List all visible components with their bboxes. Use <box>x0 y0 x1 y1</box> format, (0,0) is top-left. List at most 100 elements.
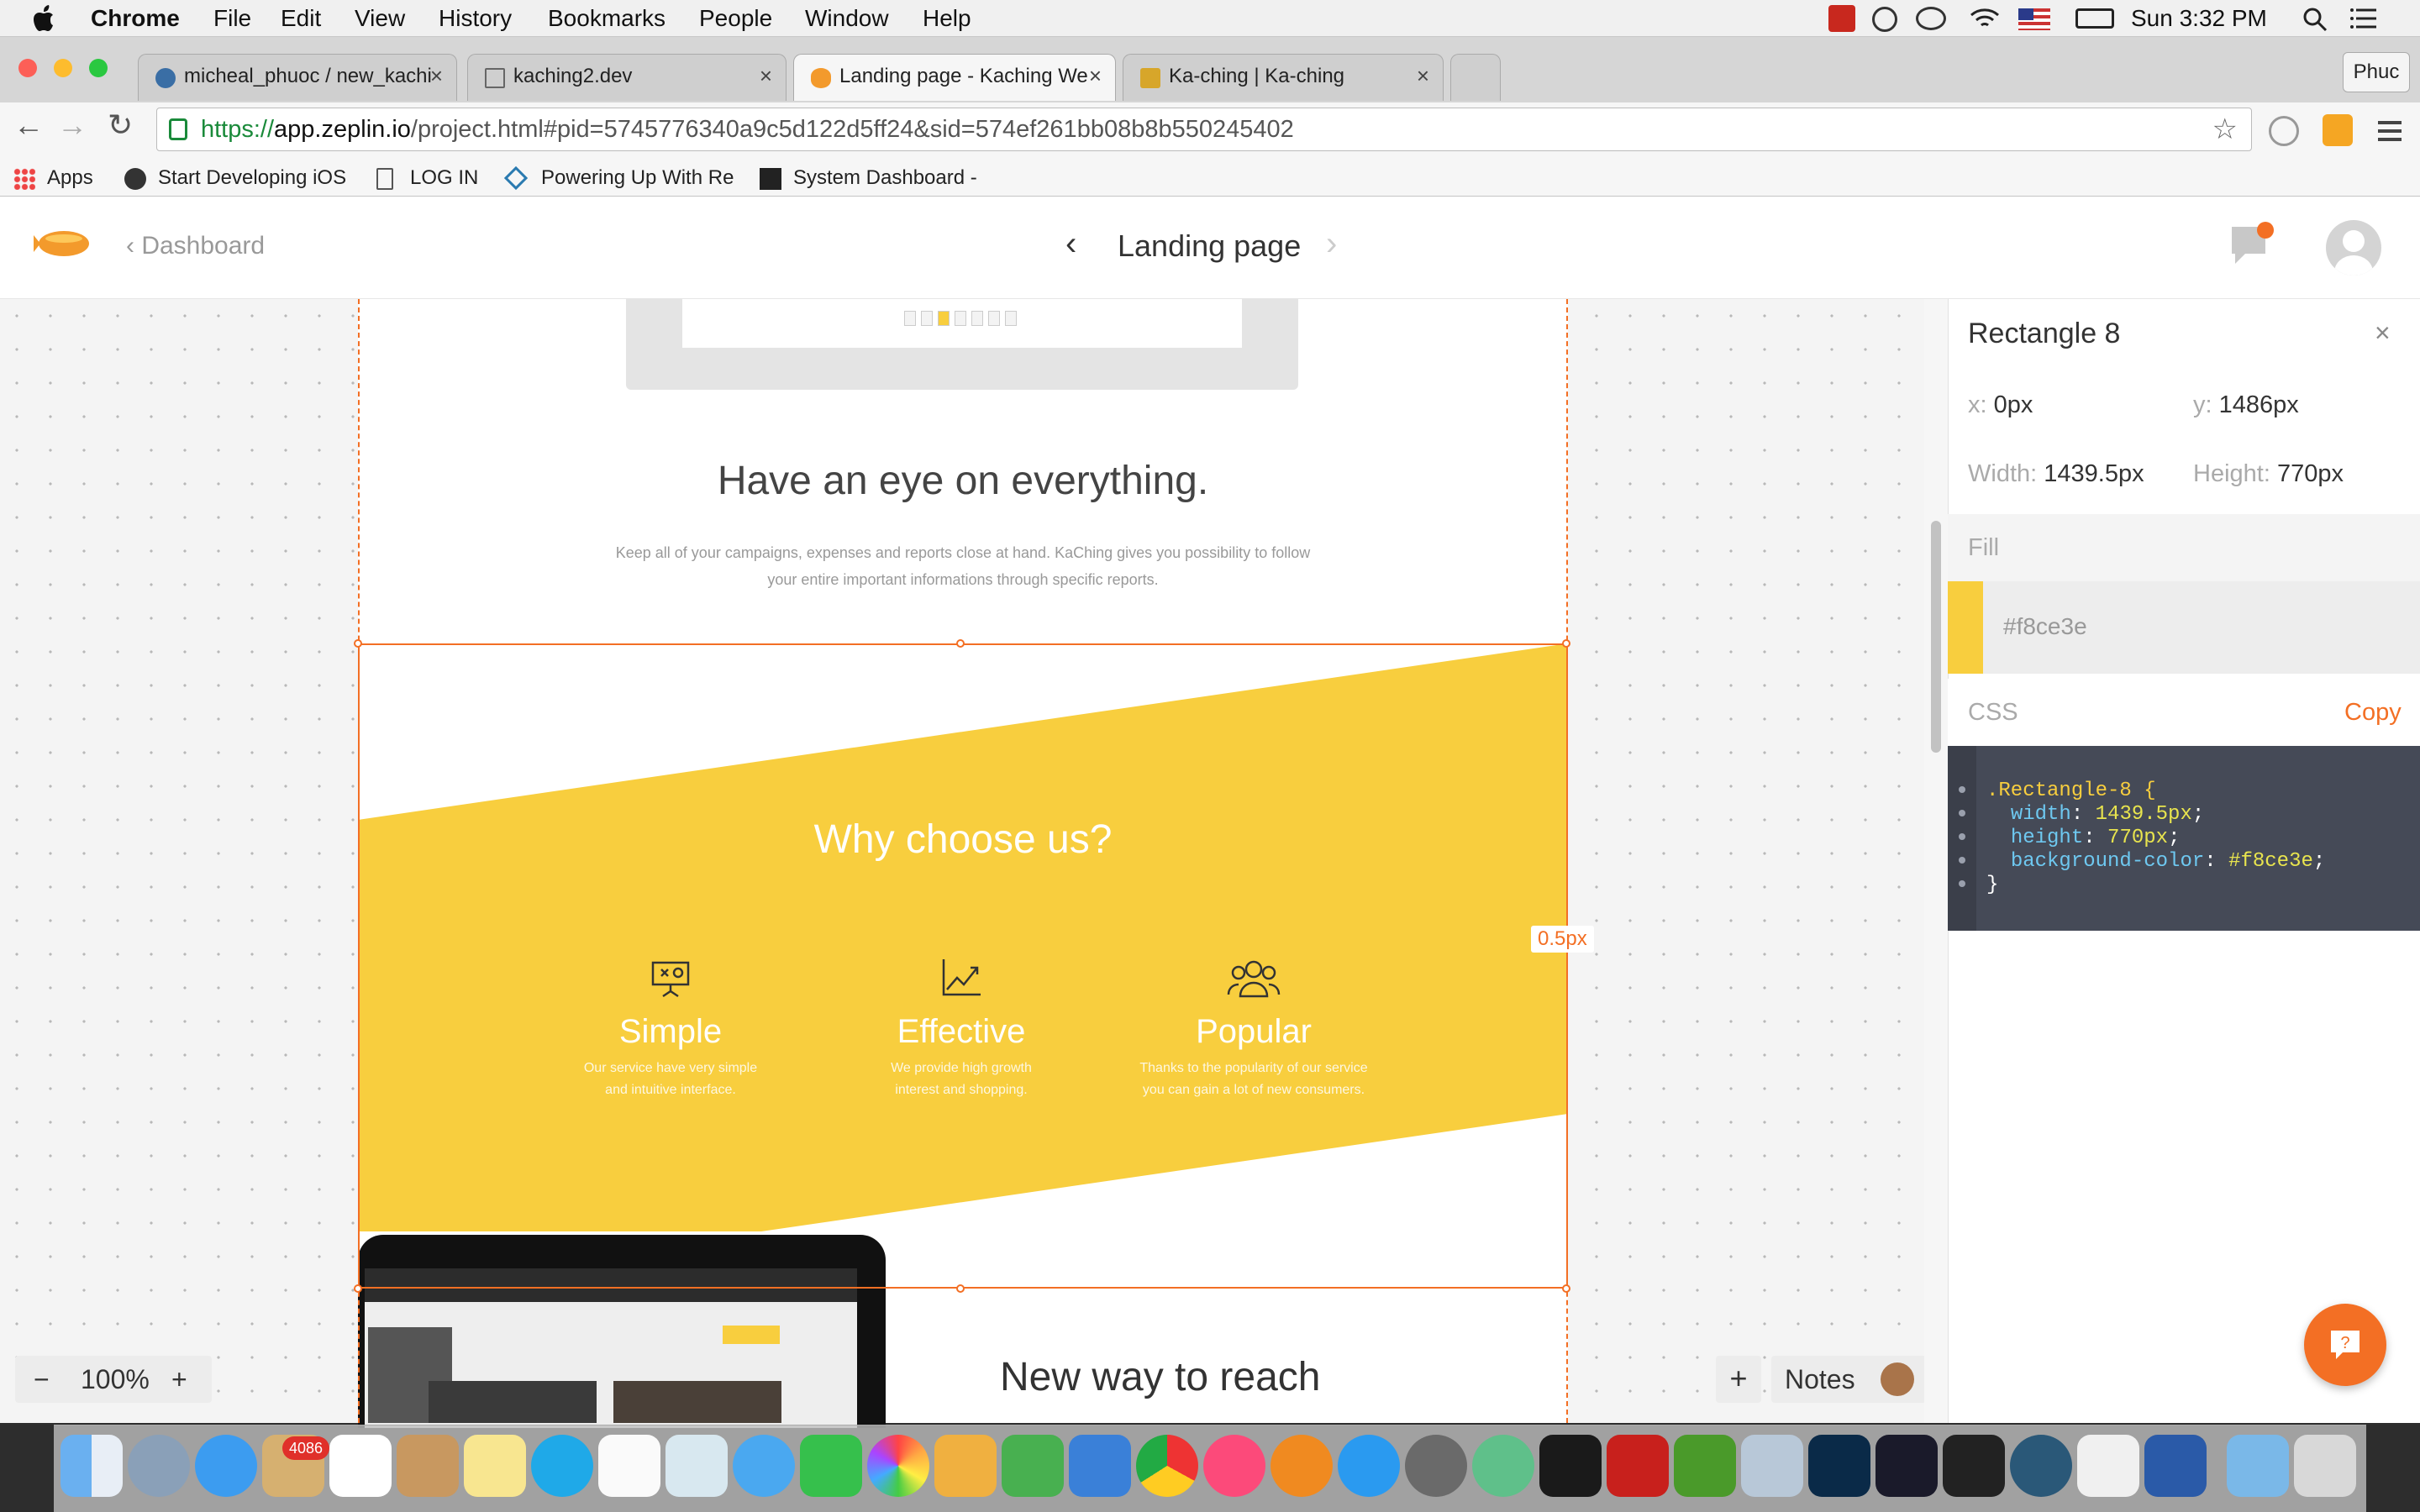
messages-icon[interactable] <box>733 1435 795 1497</box>
selection-handle[interactable] <box>354 639 362 648</box>
bookmark-system-dashboard[interactable]: System Dashboard - <box>760 161 977 195</box>
canvas-scrollbar[interactable] <box>1924 299 1948 1423</box>
menu-window[interactable]: Window <box>805 0 889 37</box>
finder-icon[interactable] <box>60 1435 123 1497</box>
menu-history[interactable]: History <box>439 0 512 37</box>
sourcetree-icon[interactable] <box>2010 1435 2072 1497</box>
copy-css-button[interactable]: Copy <box>2344 699 2402 727</box>
ibooks-icon[interactable] <box>1270 1435 1333 1497</box>
window-zoom-icon[interactable] <box>89 59 108 77</box>
notification-center-icon[interactable] <box>2349 7 2378 30</box>
window-close-icon[interactable] <box>18 59 37 77</box>
menubar-clock[interactable]: Sun 3:32 PM <box>2131 0 2267 37</box>
textedit-icon[interactable] <box>2077 1435 2139 1497</box>
chrome-icon[interactable] <box>1136 1435 1198 1497</box>
contacts-icon[interactable] <box>397 1435 459 1497</box>
selection-handle[interactable] <box>1562 1284 1570 1293</box>
facetime-icon[interactable] <box>800 1435 862 1497</box>
avatar[interactable] <box>2326 220 2381 276</box>
calendar-icon[interactable] <box>329 1435 392 1497</box>
console-icon[interactable] <box>1943 1435 2005 1497</box>
notes-app-icon[interactable] <box>464 1435 526 1497</box>
menu-bookmarks[interactable]: Bookmarks <box>548 0 666 37</box>
check-status-icon[interactable] <box>1872 7 1897 32</box>
numbers-icon[interactable] <box>1002 1435 1064 1497</box>
reload-icon[interactable]: ↻ <box>108 108 133 143</box>
menu-view[interactable]: View <box>355 0 405 37</box>
cloud-status-icon[interactable] <box>1916 7 1946 30</box>
intellij-icon[interactable] <box>1876 1435 1938 1497</box>
wifi-icon[interactable] <box>1970 7 2000 30</box>
new-tab-button[interactable] <box>1450 54 1501 101</box>
close-tab-icon[interactable]: × <box>1089 63 1102 89</box>
battery-icon[interactable] <box>2075 8 2114 29</box>
close-tab-icon[interactable]: × <box>1417 63 1429 89</box>
terminal-icon[interactable] <box>1539 1435 1602 1497</box>
keynote-icon[interactable] <box>1069 1435 1131 1497</box>
system-preferences-icon[interactable] <box>1405 1435 1467 1497</box>
profile-button[interactable]: Phuc <box>2343 52 2410 92</box>
notifications-icon[interactable] <box>2227 220 2277 274</box>
scrollbar-thumb[interactable] <box>1931 521 1941 753</box>
selection-handle[interactable] <box>354 1284 362 1293</box>
selection-handle[interactable] <box>956 639 965 648</box>
add-note-button[interactable]: + <box>1716 1356 1761 1403</box>
reminders-icon[interactable] <box>598 1435 660 1497</box>
photoshop-icon[interactable] <box>1808 1435 1870 1497</box>
react-devtools-icon[interactable] <box>2269 116 2299 146</box>
css-code-block[interactable]: .Rectangle-8 { width: 1439.5px; height: … <box>1948 746 2420 931</box>
skype-icon[interactable] <box>531 1435 593 1497</box>
tab-landing-page[interactable]: Landing page - Kaching We × <box>793 54 1116 101</box>
tab-ka-ching[interactable]: Ka-ching | Ka-ching × <box>1123 54 1444 101</box>
filezilla-icon[interactable] <box>1607 1435 1669 1497</box>
zoom-out-button[interactable]: − <box>34 1356 50 1403</box>
help-chat-button[interactable]: ? <box>2304 1304 2386 1386</box>
back-arrow-icon[interactable]: ← <box>13 108 44 143</box>
selection-rectangle[interactable] <box>358 643 1568 1289</box>
downloads-folder-icon[interactable] <box>2227 1435 2289 1497</box>
settings-app-icon[interactable] <box>1741 1435 1803 1497</box>
menu-people[interactable]: People <box>699 0 772 37</box>
next-screen-icon[interactable]: › <box>1326 225 1337 263</box>
vim-icon[interactable] <box>1674 1435 1736 1497</box>
menu-file[interactable]: File <box>213 0 251 37</box>
app-store-icon[interactable] <box>1338 1435 1400 1497</box>
close-icon[interactable]: × <box>2375 318 2391 349</box>
pages-icon[interactable] <box>934 1435 997 1497</box>
spotlight-icon[interactable] <box>2302 7 2328 32</box>
bookmark-apps[interactable]: Apps <box>13 161 93 195</box>
bookmark-powering-up[interactable]: Powering Up With Re <box>503 161 734 195</box>
launchpad-icon[interactable] <box>128 1435 190 1497</box>
bookmark-log-in[interactable]: LOG IN <box>376 161 478 195</box>
apple-icon[interactable] <box>34 5 57 32</box>
safari-icon[interactable] <box>195 1435 257 1497</box>
photos-icon[interactable] <box>867 1435 929 1497</box>
selection-handle[interactable] <box>1562 639 1570 648</box>
word-icon[interactable] <box>2144 1435 2207 1497</box>
menu-chrome[interactable]: Chrome <box>91 0 180 37</box>
close-tab-icon[interactable]: × <box>760 63 772 89</box>
tab-kaching-dev[interactable]: kaching2.dev × <box>467 54 786 101</box>
notes-button[interactable]: Notes <box>1771 1356 1926 1403</box>
atom-icon[interactable] <box>1472 1435 1534 1497</box>
zeplin-logo-icon[interactable] <box>34 220 94 267</box>
seoquake-extension-icon[interactable] <box>2323 114 2353 146</box>
itunes-icon[interactable] <box>1203 1435 1265 1497</box>
bookmark-star-icon[interactable]: ☆ <box>2212 108 2238 150</box>
preview-icon[interactable] <box>666 1435 728 1497</box>
address-bar[interactable]: https://app.zeplin.io/project.html#pid=5… <box>156 108 2252 151</box>
forward-arrow-icon[interactable]: → <box>57 108 87 143</box>
close-tab-icon[interactable]: × <box>430 63 443 89</box>
tab-gitlab[interactable]: micheal_phuoc / new_kachi × <box>138 54 457 101</box>
chrome-menu-icon[interactable] <box>2376 119 2403 143</box>
trash-icon[interactable] <box>2294 1435 2356 1497</box>
previous-screen-icon[interactable]: ‹ <box>1065 225 1076 263</box>
dashboard-back-link[interactable]: ‹ Dashboard <box>126 232 265 260</box>
zoom-in-button[interactable]: + <box>171 1356 187 1403</box>
menu-edit[interactable]: Edit <box>281 0 321 37</box>
bookmark-start-developing[interactable]: Start Developing iOS <box>124 161 346 195</box>
fill-color-swatch[interactable] <box>1948 581 1983 674</box>
selection-handle[interactable] <box>956 1284 965 1293</box>
input-source-flag-icon[interactable] <box>2018 8 2050 30</box>
window-minimize-icon[interactable] <box>54 59 72 77</box>
